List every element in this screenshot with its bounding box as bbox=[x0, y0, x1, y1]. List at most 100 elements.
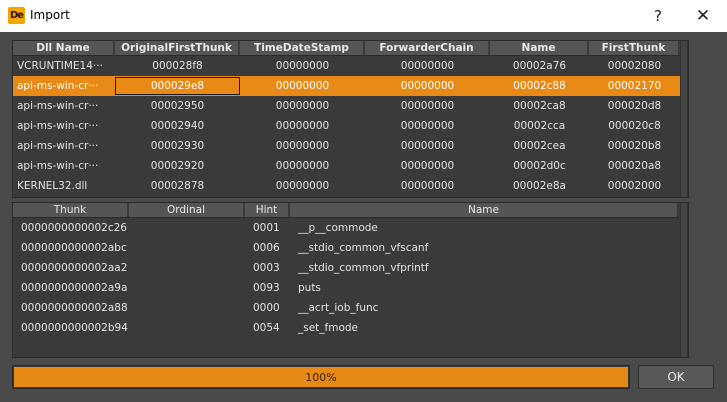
function-row-cell: _set_fmode bbox=[298, 322, 359, 334]
import-row-cell: 00000000 bbox=[275, 100, 330, 112]
import-row-cell: 00000000 bbox=[400, 140, 455, 152]
col-header-name[interactable]: Name bbox=[490, 41, 589, 55]
function-row-cell: 0000 bbox=[253, 302, 280, 314]
import-row-cell: 00000000 bbox=[400, 180, 455, 192]
app-icon: De bbox=[8, 7, 25, 24]
function-row-cell: 0003 bbox=[253, 262, 280, 274]
function-row-cell: 0000000000002a88 bbox=[21, 302, 128, 314]
col-header-thunk[interactable]: Thunk bbox=[13, 203, 129, 217]
import-row-cell: api-ms-win-cr··· bbox=[17, 140, 99, 152]
function-row-cell: 0054 bbox=[253, 322, 280, 334]
import-row-cell: 00002a76 bbox=[512, 60, 567, 72]
col-header-function-name[interactable]: Name bbox=[290, 203, 679, 217]
import-row-cell: 000020b8 bbox=[607, 140, 662, 152]
import-row[interactable]: api-ms-win-cr··· 00002950 00000000 00000000… bbox=[13, 96, 680, 116]
function-row-cell: 0006 bbox=[253, 242, 280, 254]
function-row-cell: 0000000000002abc bbox=[21, 242, 127, 254]
import-row[interactable]: api-ms-win-cr··· 00002920 00000000 00000000… bbox=[13, 156, 680, 176]
import-row-cell: 00000000 bbox=[275, 180, 330, 192]
import-row-cell: VCRUNTIME14··· bbox=[17, 60, 103, 72]
import-row-cell: 00000000 bbox=[275, 60, 330, 72]
import-row-cell: 00002940 bbox=[150, 120, 205, 132]
import-row-cell: 00002cca bbox=[513, 120, 566, 132]
import-row-cell: 00000000 bbox=[400, 80, 455, 92]
import-row-cell: api-ms-win-cr··· bbox=[17, 100, 99, 112]
col-header-original-first-thunk[interactable]: OriginalFirstThunk bbox=[115, 41, 240, 55]
import-row-cell: 00000000 bbox=[400, 160, 455, 172]
import-row-cell: 00000000 bbox=[275, 140, 330, 152]
import-row-cell: 00002930 bbox=[150, 140, 205, 152]
functions-table[interactable]: Thunk Ordinal Hint Name 0000000000002c26… bbox=[12, 202, 689, 358]
import-row-cell: 00002000 bbox=[607, 180, 662, 192]
function-row-cell: 0000000000002a9a bbox=[21, 282, 128, 294]
import-row-cell: 00000000 bbox=[275, 120, 330, 132]
imports-scroll-thumb[interactable] bbox=[681, 41, 687, 197]
import-row-cell: 00000000 bbox=[400, 60, 455, 72]
import-row[interactable]: api-ms-win-cr··· 00002940 00000000 00000000… bbox=[13, 116, 680, 136]
import-row-cell: 00002950 bbox=[150, 100, 205, 112]
function-row[interactable]: 0000000000002a9a 0093 puts bbox=[13, 278, 679, 298]
imports-scrollbar[interactable] bbox=[680, 41, 688, 197]
close-icon: ✕ bbox=[695, 6, 711, 26]
progress-bar: 100% bbox=[12, 365, 630, 389]
col-header-hint[interactable]: Hint bbox=[245, 203, 290, 217]
col-header-forwarder-chain[interactable]: ForwarderChain bbox=[365, 41, 490, 55]
col-header-ordinal[interactable]: Ordinal bbox=[129, 203, 245, 217]
function-row-cell: 0000000000002b94 bbox=[21, 322, 128, 334]
col-header-first-thunk[interactable]: FirstThunk bbox=[589, 41, 680, 55]
function-row-cell: puts bbox=[298, 282, 321, 294]
function-row[interactable]: 0000000000002aa2 0003 __stdio_common_vfpri… bbox=[13, 258, 679, 278]
function-row[interactable]: 0000000000002a88 0000 __acrt_iob_func bbox=[13, 298, 679, 318]
import-row-cell: 00002d0c bbox=[513, 160, 566, 172]
col-header-dll-name[interactable]: Dll Name bbox=[13, 41, 115, 55]
import-row-cell: 000020c8 bbox=[608, 120, 661, 132]
help-button[interactable]: ? bbox=[636, 0, 680, 32]
window-title: Import bbox=[30, 8, 70, 22]
imports-header: Dll Name OriginalFirstThunk TimeDateStam… bbox=[13, 41, 680, 56]
progress-label: 100% bbox=[305, 370, 337, 384]
import-row-cell: 00002ca8 bbox=[513, 100, 566, 112]
function-row-cell: 0000000000002aa2 bbox=[21, 262, 128, 274]
import-row[interactable]: VCRUNTIME14··· 000028f8 00000000 00000000 00… bbox=[13, 56, 680, 76]
import-row-cell: 00002878 bbox=[150, 180, 205, 192]
import-row-cell: 00000000 bbox=[275, 80, 330, 92]
import-row[interactable]: api-ms-win-cr··· 000029e8 00000000 00000000… bbox=[13, 76, 680, 96]
import-row-cell: 000020a8 bbox=[607, 160, 662, 172]
function-row-cell: __stdio_common_vfscanf bbox=[298, 242, 429, 254]
import-row-cell: 00002cea bbox=[513, 140, 566, 152]
import-row-cell: api-ms-win-cr··· bbox=[17, 120, 99, 132]
functions-scrollbar[interactable] bbox=[680, 203, 688, 357]
import-row-cell: 000020d8 bbox=[607, 100, 662, 112]
import-row-cell: 00002920 bbox=[150, 160, 205, 172]
title-bar[interactable]: De Import ? ✕ bbox=[0, 0, 727, 33]
function-row-cell: __p__commode bbox=[298, 222, 378, 234]
ok-button[interactable]: OK bbox=[638, 365, 714, 389]
import-row-cell: 000028f8 bbox=[152, 60, 203, 72]
import-row-cell: 00002080 bbox=[607, 60, 662, 72]
function-row[interactable]: 0000000000002b94 0054 _set_fmode bbox=[13, 318, 679, 338]
import-row-cell: 00000000 bbox=[400, 120, 455, 132]
col-header-time-date-stamp[interactable]: TimeDateStamp bbox=[240, 41, 365, 55]
import-row-cell: 00002170 bbox=[607, 80, 662, 92]
close-button[interactable]: ✕ bbox=[681, 0, 725, 32]
functions-scroll-thumb[interactable] bbox=[681, 203, 687, 357]
import-row-cell: 00000000 bbox=[400, 100, 455, 112]
import-row-cell: 00002e8a bbox=[513, 180, 566, 192]
import-row-cell: 00002c88 bbox=[513, 80, 566, 92]
import-row-cell: KERNEL32.dll bbox=[17, 180, 88, 192]
function-row-cell: __stdio_common_vfprintf bbox=[298, 262, 429, 274]
dialog-client: Dll Name OriginalFirstThunk TimeDateStam… bbox=[0, 32, 727, 402]
function-row[interactable]: 0000000000002c26 0001 __p__commode bbox=[13, 218, 679, 238]
function-row-cell: 0001 bbox=[253, 222, 280, 234]
import-row-cell: api-ms-win-cr··· bbox=[17, 80, 99, 92]
import-row[interactable]: KERNEL32.dll 00002878 00000000 00000000 0000… bbox=[13, 176, 680, 196]
import-row-cell: 000029e8 bbox=[115, 77, 240, 95]
function-row-cell: 0000000000002c26 bbox=[21, 222, 127, 234]
function-row-cell: 0093 bbox=[253, 282, 280, 294]
import-row[interactable]: api-ms-win-cr··· 00002930 00000000 00000000… bbox=[13, 136, 680, 156]
import-row-cell: api-ms-win-cr··· bbox=[17, 160, 99, 172]
imports-table[interactable]: Dll Name OriginalFirstThunk TimeDateStam… bbox=[12, 40, 689, 198]
function-row[interactable]: 0000000000002abc 0006 __stdio_common_vfsca… bbox=[13, 238, 679, 258]
import-row-cell: 00000000 bbox=[275, 160, 330, 172]
function-row-cell: __acrt_iob_func bbox=[298, 302, 379, 314]
